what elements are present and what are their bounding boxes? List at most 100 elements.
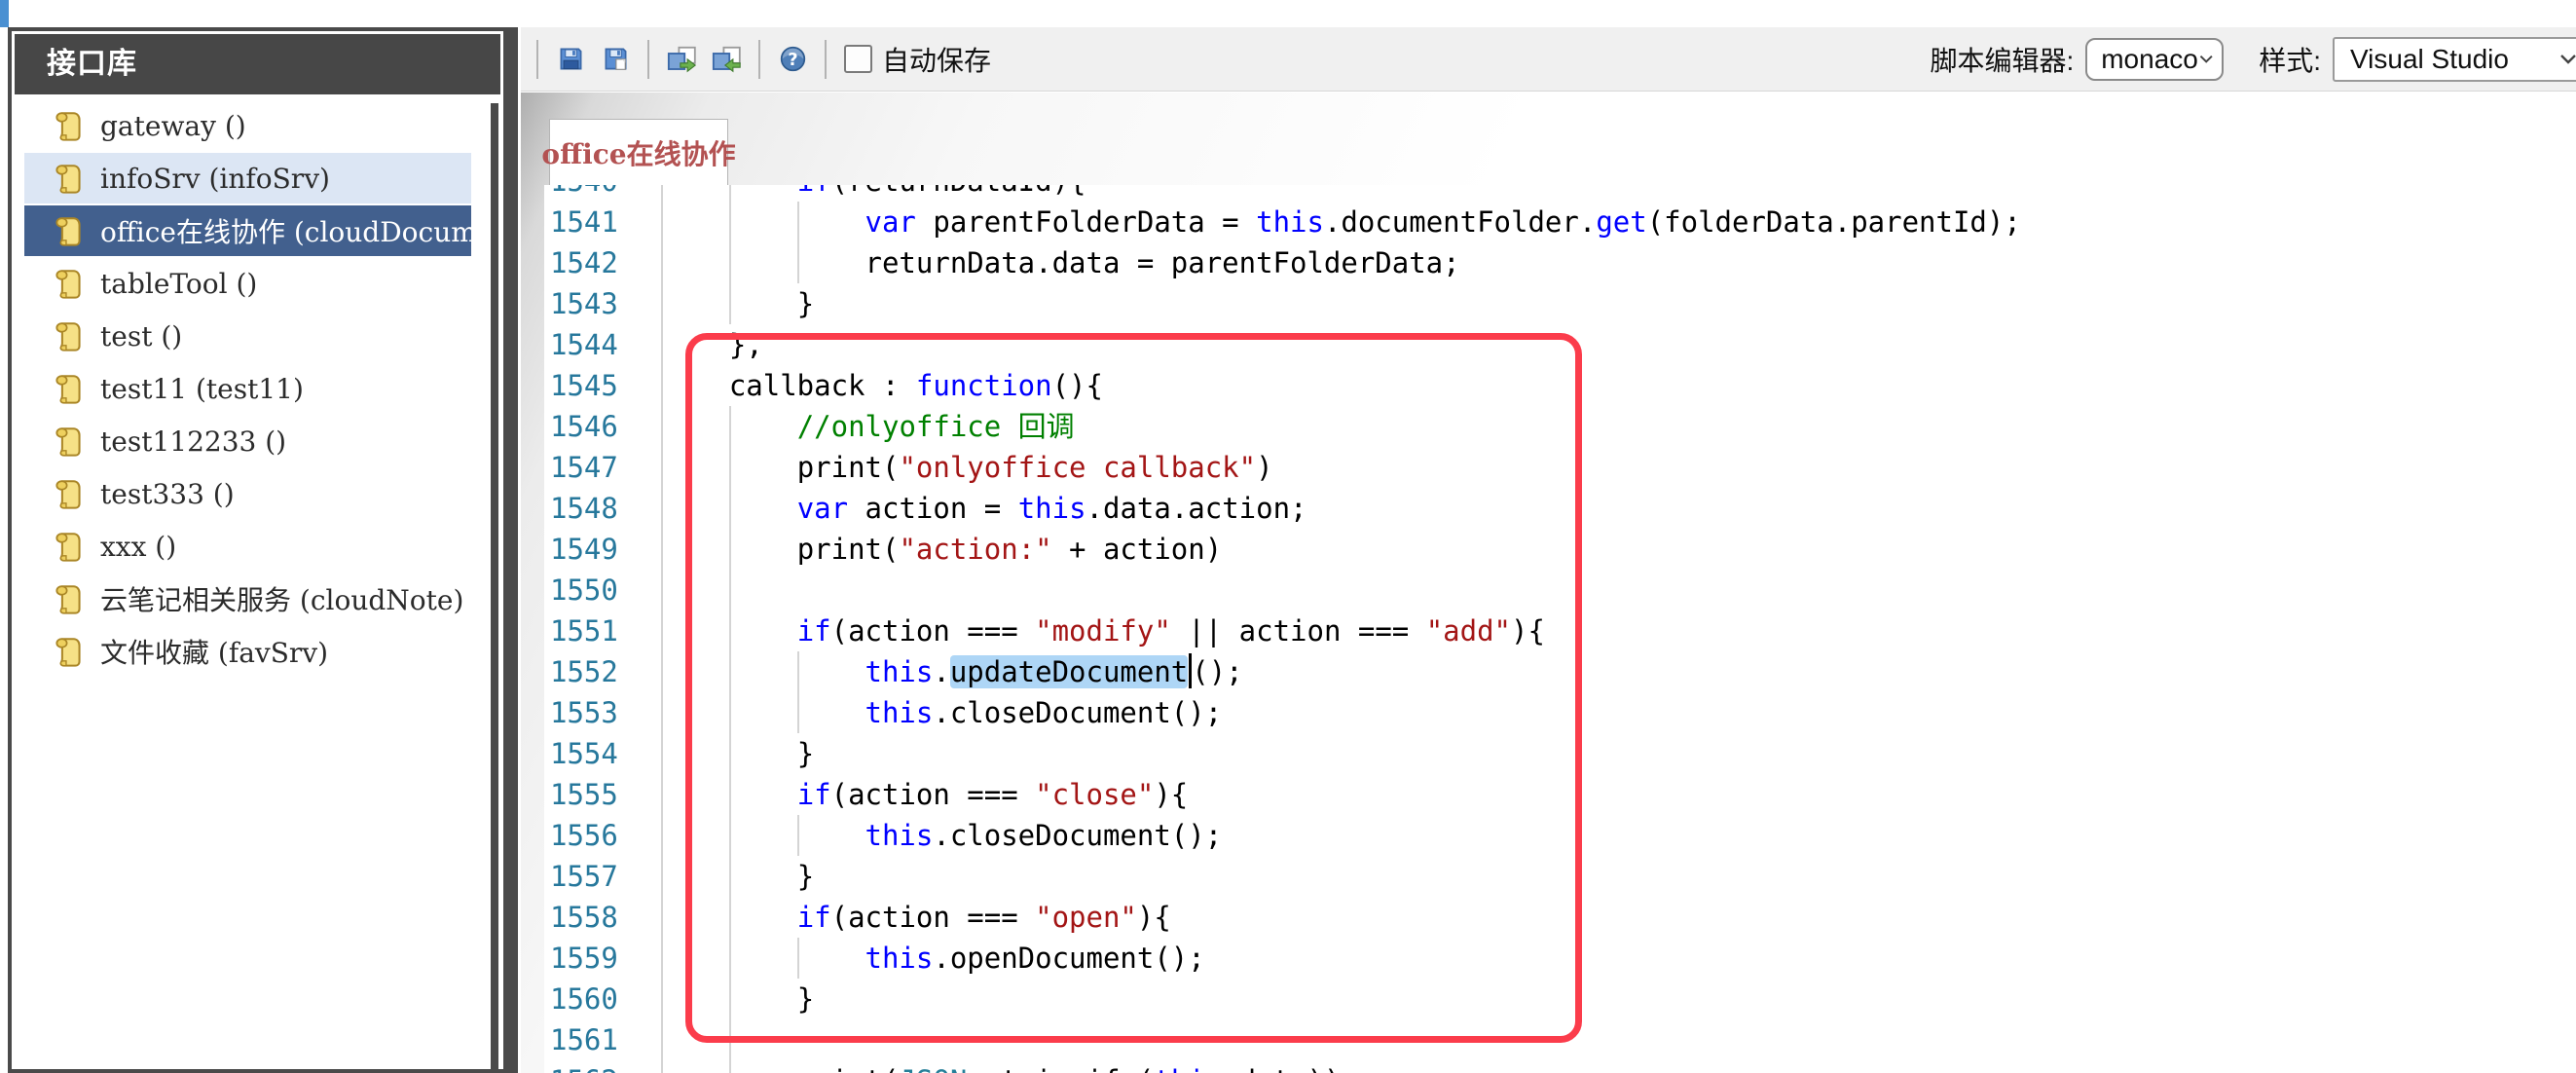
indent-guide [729,897,731,938]
code-text: } [661,733,2576,774]
indent-guide [661,938,663,979]
indent-guide [729,185,731,202]
code-lines: 1540 if(returnDataId){1541 var parentFol… [544,185,2576,1073]
style-select-value: Visual Studio [2350,44,2509,75]
code-text: var action = this.data.action; [661,488,2576,529]
indent-guide [729,979,731,1019]
style-select[interactable]: Visual Studio [2333,37,2576,82]
line-number: 1552 [544,651,661,692]
interface-item[interactable]: xxx () [24,521,471,572]
script-icon [52,214,85,247]
code-line-1562[interactable]: 1562 print(JSON.stringify(this.data)) [544,1060,2576,1073]
script-icon [52,530,85,563]
interface-item[interactable]: 文件收藏 (favSrv) [24,626,471,677]
indent-guide [729,202,731,242]
indent-guide [661,856,663,897]
code-line-1558[interactable]: 1558 if(action === "open"){ [544,897,2576,938]
code-line-1552[interactable]: 1552 this.updateDocument(); [544,651,2576,692]
interface-item-label: test333 () [100,478,235,510]
code-line-1557[interactable]: 1557 } [544,856,2576,897]
code-line-1548[interactable]: 1548 var action = this.data.action; [544,488,2576,529]
interface-item[interactable]: office在线协作 (cloudDocumentSr [24,205,471,256]
chevron-down-icon [2558,53,2576,65]
autosave-label: 自动保存 [882,40,991,79]
save-as-button[interactable] [598,42,633,77]
code-line-1560[interactable]: 1560 } [544,979,2576,1019]
script-editor-select[interactable]: monaco [2085,38,2224,81]
line-number: 1545 [544,365,661,406]
selected-text: updateDocument [950,655,1188,688]
indent-guide [661,570,663,610]
code-line-1556[interactable]: 1556 this.closeDocument(); [544,815,2576,856]
interface-item[interactable]: 云笔记相关服务 (cloudNote) [24,574,471,624]
indent-guide [729,774,731,815]
code-text [661,570,2576,610]
code-line-1551[interactable]: 1551 if(action === "modify" || action ==… [544,610,2576,651]
autosave-checkbox[interactable] [844,45,872,73]
code-text: if(returnDataId){ [661,185,2576,202]
script-icon [52,477,85,510]
toolbar-right-group: 脚本编辑器: monaco 样式: Visual Studio [1930,37,2576,82]
script-icon [52,372,85,405]
export-button[interactable] [664,42,699,77]
line-number: 1540 [544,185,661,202]
code-line-1553[interactable]: 1553 this.closeDocument(); [544,692,2576,733]
indent-guide [661,529,663,570]
toolbar-buttons-slot: ? [548,40,836,79]
code-line-1542[interactable]: 1542 returnData.data = parentFolderData; [544,242,2576,283]
code-line-1561[interactable]: 1561 [544,1019,2576,1060]
code-line-1550[interactable]: 1550 [544,570,2576,610]
interface-item-label: 文件收藏 (favSrv) [100,632,328,671]
code-line-1555[interactable]: 1555 if(action === "close"){ [544,774,2576,815]
line-number: 1554 [544,733,661,774]
interface-item[interactable]: test () [24,311,471,361]
code-line-1543[interactable]: 1543 } [544,283,2576,324]
interface-item[interactable]: test11 (test11) [24,363,471,414]
line-number: 1557 [544,856,661,897]
indent-guide [797,692,799,733]
indent-guide [661,979,663,1019]
indent-guide [661,733,663,774]
code-text: }, [661,324,2576,365]
script-editor-region: office在线协作 1540 if(returnDataId){1541 va… [521,92,2576,1073]
toolbar-separator [825,40,827,79]
tab-office-online[interactable]: office在线协作 [549,119,728,185]
line-number: 1549 [544,529,661,570]
code-line-1545[interactable]: 1545 callback : function(){ [544,365,2576,406]
interface-item[interactable]: gateway () [24,100,471,151]
line-number: 1555 [544,774,661,815]
code-line-1540[interactable]: 1540 if(returnDataId){ [544,185,2576,202]
interface-item-label: test112233 () [100,426,286,458]
interface-item[interactable]: test333 () [24,468,471,519]
code-line-1559[interactable]: 1559 this.openDocument(); [544,938,2576,979]
interface-item-label: test11 (test11) [100,373,304,405]
indent-guide [729,1019,731,1060]
indent-guide [661,897,663,938]
code-line-1544[interactable]: 1544 }, [544,324,2576,365]
interface-item[interactable]: infoSrv (infoSrv) [24,153,471,204]
save-icon [558,46,584,72]
code-line-1554[interactable]: 1554 } [544,733,2576,774]
code-editor[interactable]: 1540 if(returnDataId){1541 var parentFol… [544,185,2576,1073]
line-number: 1546 [544,406,661,447]
code-line-1547[interactable]: 1547 print("onlyoffice callback") [544,447,2576,488]
code-line-1541[interactable]: 1541 var parentFolderData = this.documen… [544,202,2576,242]
import-button[interactable] [709,42,744,77]
code-text: print("onlyoffice callback") [661,447,2576,488]
line-number: 1542 [544,242,661,283]
help-button[interactable]: ? [775,42,810,77]
indent-guide [729,1060,731,1073]
code-text: this.closeDocument(); [661,815,2576,856]
line-number: 1550 [544,570,661,610]
code-line-1549[interactable]: 1549 print("action:" + action) [544,529,2576,570]
code-text: if(action === "close"){ [661,774,2576,815]
sidebar-scrollbar[interactable] [491,103,498,1069]
code-line-1546[interactable]: 1546 //onlyoffice 回调 [544,406,2576,447]
interface-item[interactable]: tableTool () [24,258,471,309]
editor-toolbar: ? 自动保存 脚本编辑器: monaco 样式: Visual Studio [521,27,2576,92]
interface-item[interactable]: test112233 () [24,416,471,466]
indent-guide [729,610,731,651]
indent-guide [661,447,663,488]
script-icon [52,162,85,195]
save-button[interactable] [553,42,588,77]
